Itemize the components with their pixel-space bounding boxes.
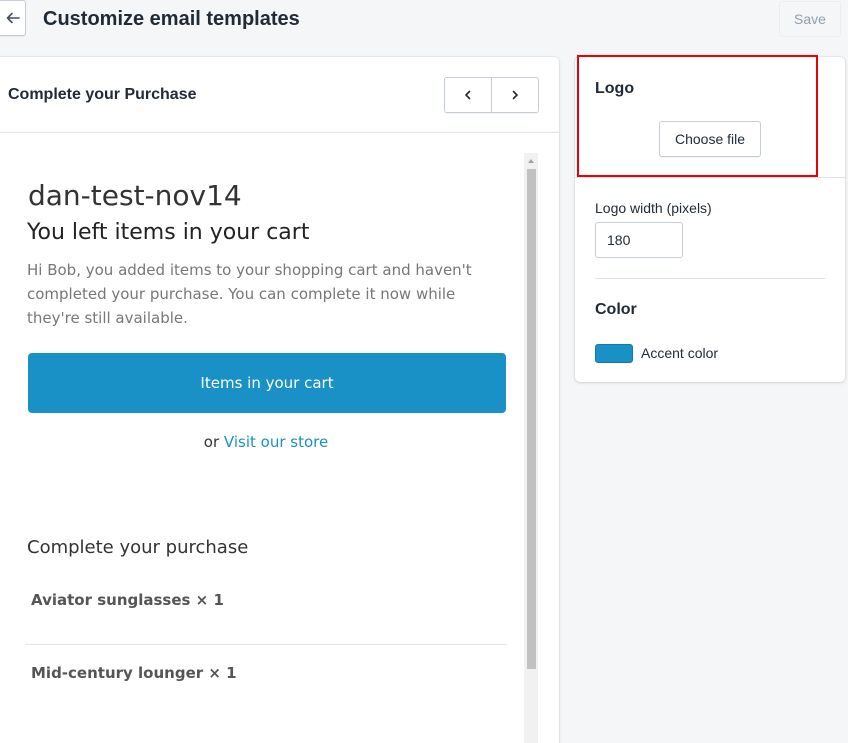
line-item: Aviator sunglasses × 1 (31, 591, 224, 609)
email-message: Hi Bob, you added items to your shopping… (27, 261, 472, 327)
logo-width-input[interactable]: 180 (595, 222, 683, 258)
preview-scrollbar[interactable] (524, 153, 538, 743)
previous-template-button[interactable] (445, 78, 491, 112)
accent-color-label: Accent color (641, 345, 719, 361)
page-title: Customize email templates (43, 8, 300, 30)
chevron-right-icon (512, 90, 518, 100)
back-button[interactable] (0, 0, 26, 36)
arrow-left-icon (6, 12, 20, 24)
template-pagination (444, 77, 539, 113)
or-text: or (203, 433, 220, 451)
next-template-button[interactable] (491, 78, 538, 112)
logo-section: Logo Choose file (575, 57, 845, 178)
items-in-cart-button[interactable]: Items in your cart (28, 353, 506, 413)
email-heading: You left items in your cart (27, 220, 310, 245)
accent-color-swatch[interactable] (595, 344, 633, 363)
save-button[interactable]: Save (779, 1, 841, 37)
choose-file-button[interactable]: Choose file (659, 121, 761, 157)
logo-width-label: Logo width (pixels) (595, 200, 712, 216)
email-preview-frame: dan-test-nov14 You left items in your ca… (8, 153, 538, 743)
template-settings-card: Logo Choose file Logo width (pixels) 180… (575, 57, 845, 382)
chevron-left-icon (465, 90, 471, 100)
line-item-divider (25, 644, 507, 645)
color-heading: Color (595, 301, 637, 318)
email-preview-card: Complete your Purchase dan-test-nov14 Yo… (0, 57, 559, 743)
line-item: Mid-century lounger × 1 (31, 664, 237, 682)
purchase-section-heading: Complete your purchase (27, 537, 249, 558)
visit-store-link[interactable]: Visit our store (224, 433, 328, 451)
shop-name: dan-test-nov14 (28, 179, 242, 212)
store-link-line: or Visit our store (8, 433, 524, 451)
section-divider (595, 278, 825, 279)
scrollbar-thumb[interactable] (527, 169, 536, 669)
email-body: dan-test-nov14 You left items in your ca… (8, 153, 524, 743)
scroll-up-arrow-icon[interactable] (528, 159, 534, 163)
template-title: Complete your Purchase (8, 86, 197, 103)
preview-header: Complete your Purchase (0, 57, 559, 133)
logo-heading: Logo (595, 80, 635, 97)
